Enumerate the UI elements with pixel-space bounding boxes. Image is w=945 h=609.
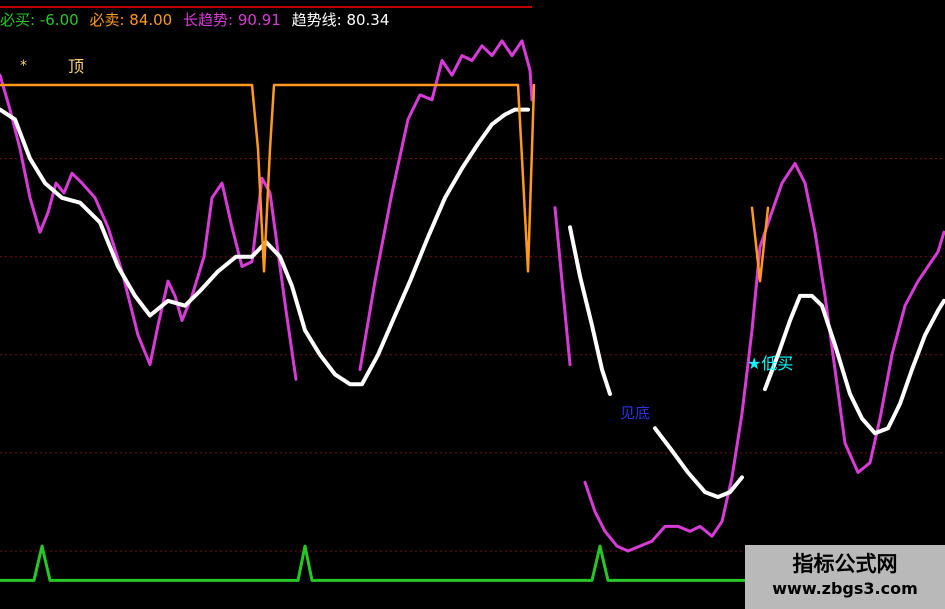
bottom-label: 见底 — [620, 404, 650, 422]
legend-long-trend-value: 90.91 — [237, 11, 281, 29]
low-buy-label: ★低买 — [747, 354, 793, 373]
top-label: 顶 — [68, 57, 84, 76]
grid-lines — [0, 158, 945, 552]
legend-sell: 必卖: 84.00 — [89, 9, 172, 31]
series-group — [0, 39, 945, 582]
legend-trend-line-value: 80.34 — [346, 11, 390, 29]
series-1-segment-1 — [568, 225, 612, 396]
series-0-segment-1 — [358, 39, 534, 371]
series-0-segment-0 — [0, 73, 298, 381]
indicator-legend: 必买: -6.00 必卖: 84.00 长趋势: 90.91 趋势线: 80.3… — [0, 9, 395, 31]
watermark-url: www.zbgs3.com — [772, 579, 918, 598]
legend-buy: 必买: -6.00 — [0, 9, 79, 31]
legend-sell-value: 84.00 — [129, 11, 173, 29]
series-0-segment-2 — [553, 206, 572, 367]
watermark-title: 指标公式网 — [792, 552, 898, 576]
legend-long-trend: 长趋势: 90.91 — [183, 9, 281, 31]
legend-trend-line-label: 趋势线: — [291, 11, 342, 29]
legend-long-trend-label: 长趋势: — [183, 11, 234, 29]
legend-buy-label: 必买: — [0, 11, 36, 29]
legend-trend-line: 趋势线: 80.34 — [292, 9, 390, 31]
legend-buy-value: -6.00 — [39, 11, 79, 29]
indicator-chart: * 顶 ★低买 见底 — [0, 6, 945, 582]
watermark: 指标公式网 www.zbgs3.com — [745, 545, 945, 609]
legend-sell-label: 必卖: — [89, 11, 125, 29]
star-marker: * — [20, 58, 27, 74]
